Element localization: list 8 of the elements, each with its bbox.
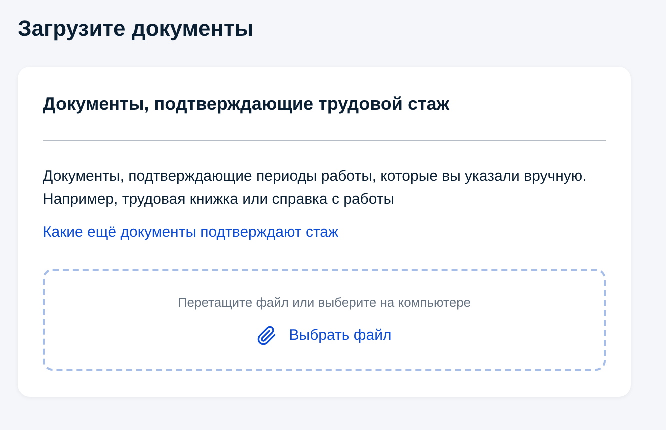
choose-file-button[interactable]: Выбрать файл	[257, 326, 392, 346]
page-title: Загрузите документы	[18, 15, 254, 43]
description-text: Документы, подтверждающие периоды работы, которые вы указали вручную. Например, трудовая книжка или справка с работы	[43, 167, 588, 210]
file-dropzone[interactable]: Перетащите файл или выберите на компьютере Выбрать файл	[43, 269, 606, 371]
card-title: Документы, подтверждающие трудовой стаж	[43, 93, 450, 116]
dropzone-hint: Перетащите файл или выберите на компьютере	[178, 294, 472, 312]
info-link[interactable]: Какие ещё документы подтверждают стаж	[43, 222, 339, 244]
paperclip-icon	[257, 326, 278, 346]
